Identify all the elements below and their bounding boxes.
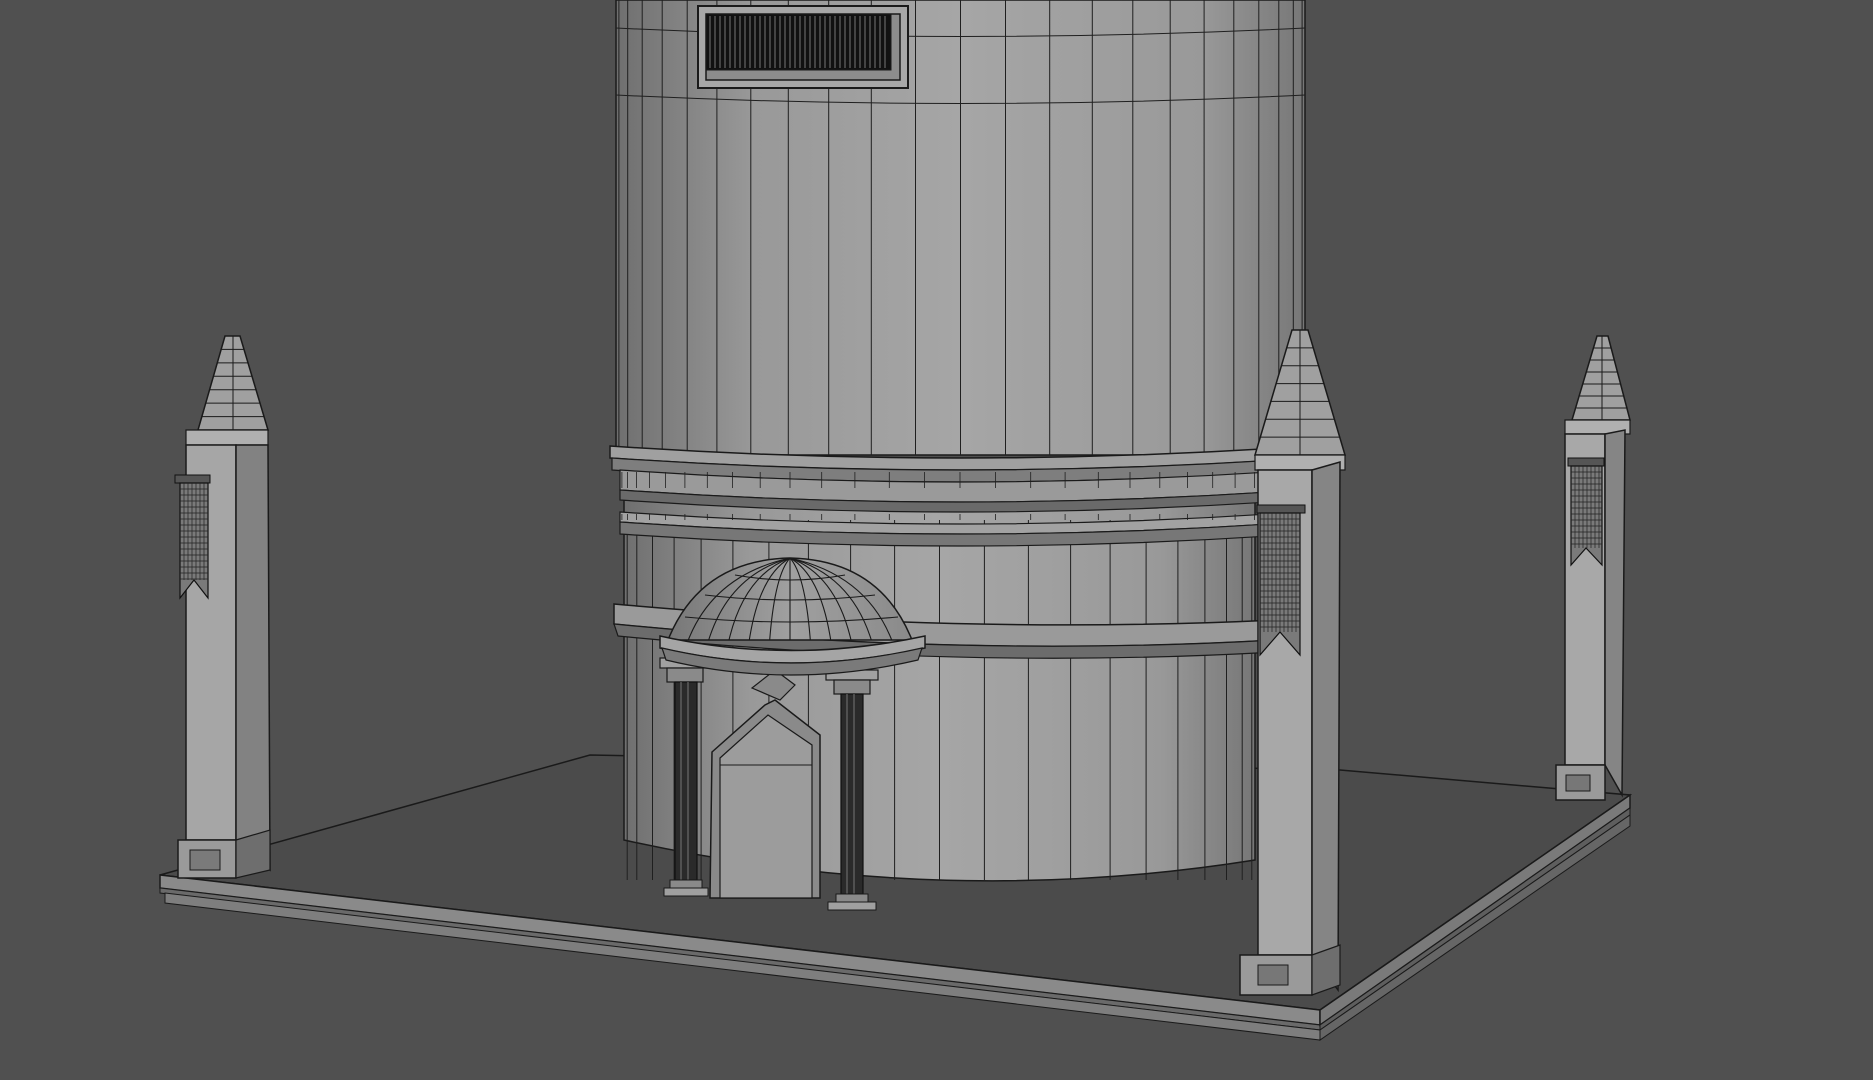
corner-pillar-front-left[interactable] (177, 335, 271, 879)
banner-right-front (1256, 504, 1306, 657)
corner-pillar-back-right[interactable] (1555, 335, 1631, 801)
banner-left (174, 474, 211, 600)
tower-vent-window (697, 5, 909, 89)
3d-viewport[interactable] (0, 0, 1873, 1080)
scene-render (159, 0, 1633, 1041)
